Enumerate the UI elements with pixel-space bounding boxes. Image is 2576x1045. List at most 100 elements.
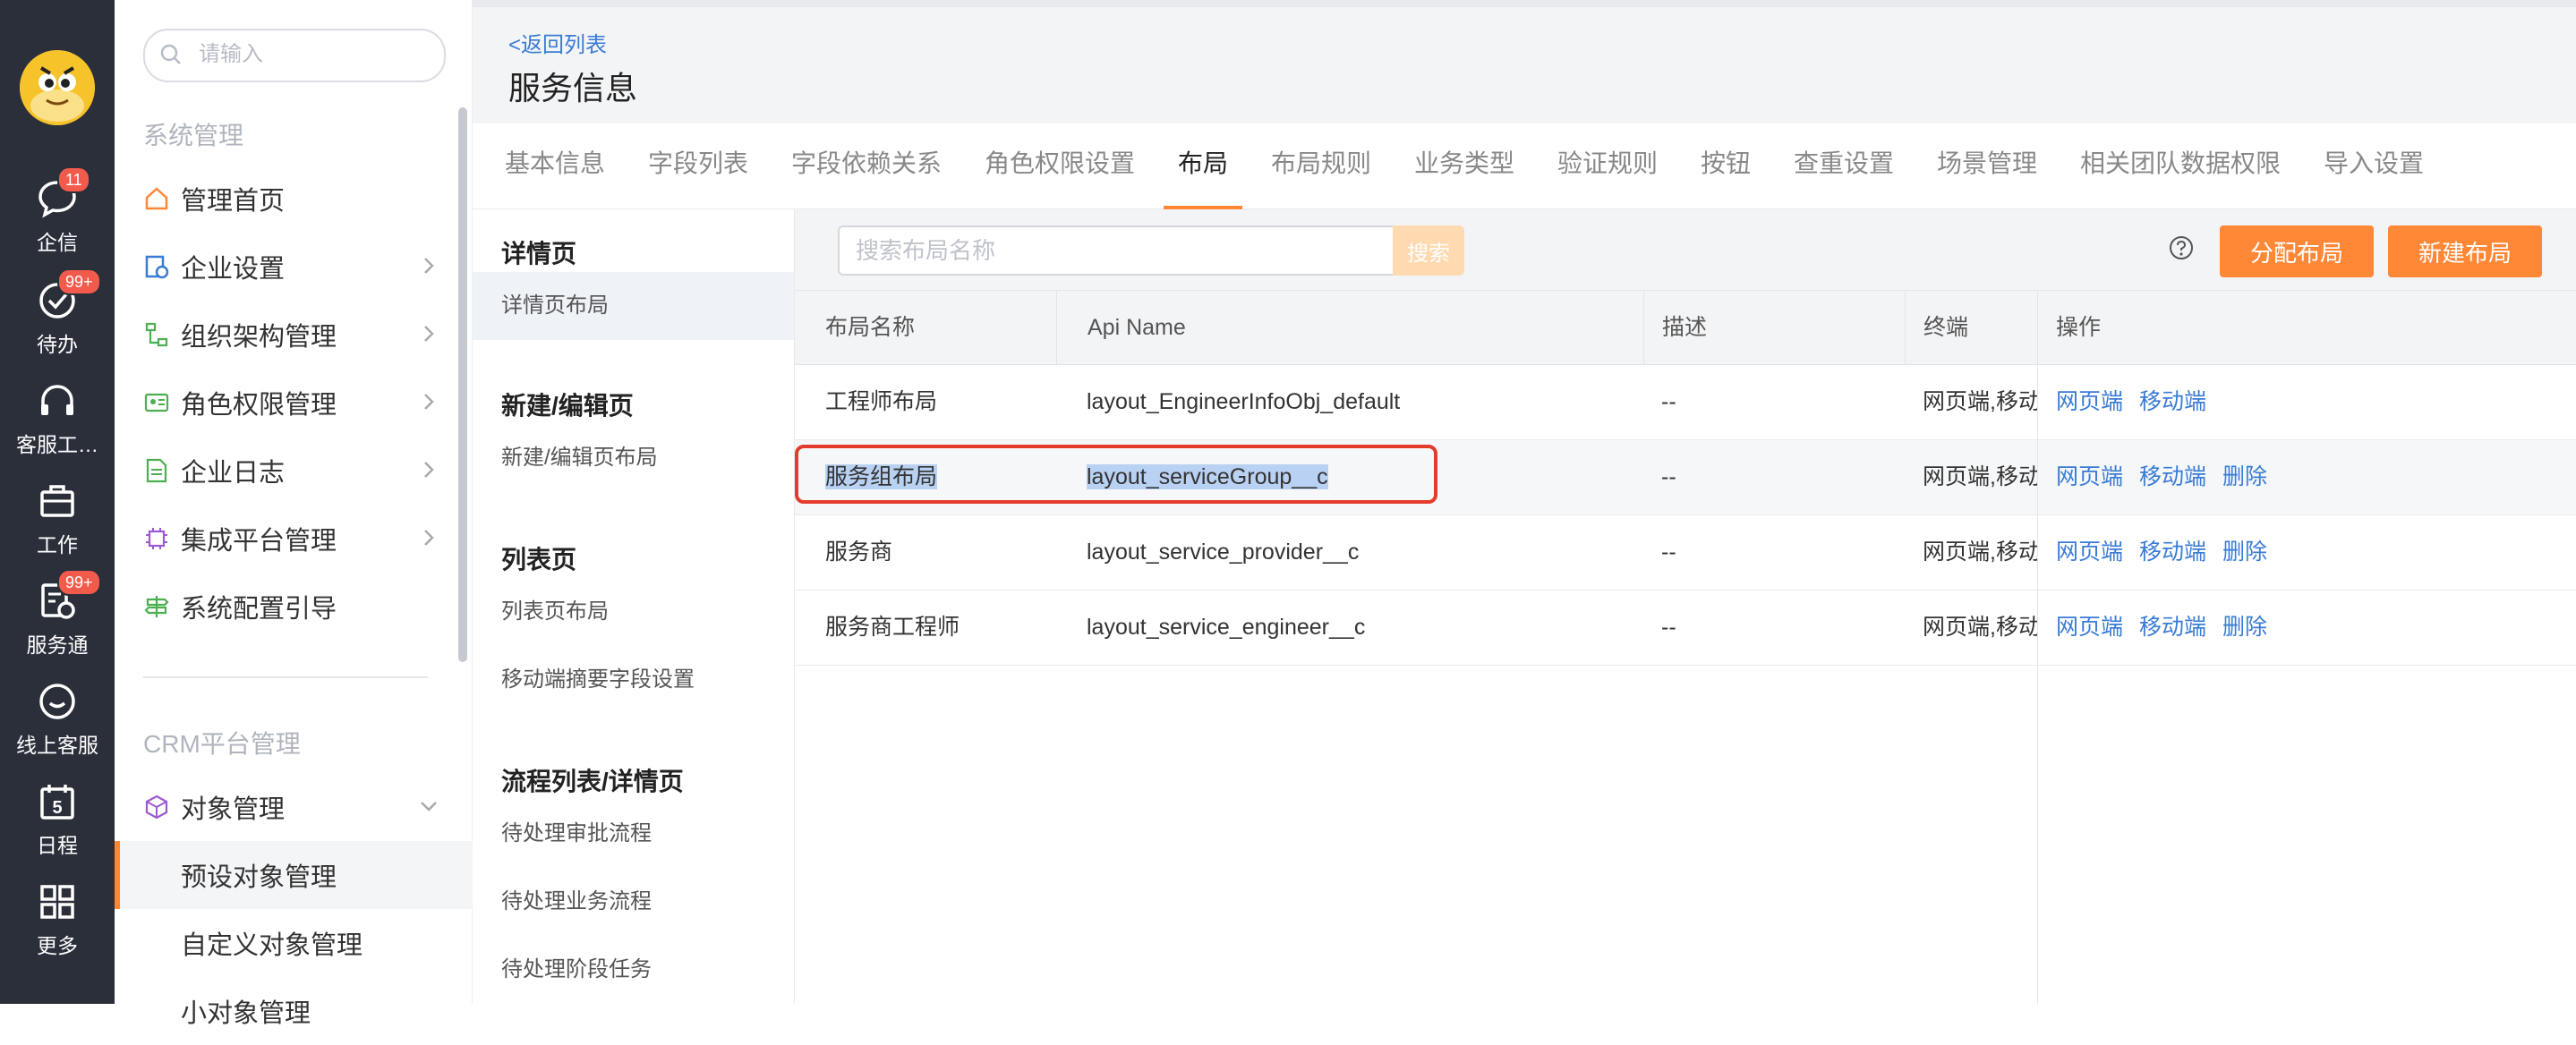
tab-basic-info[interactable]: 基本信息 (505, 123, 605, 209)
nav-head-flow: 流程列表/详情页 (501, 768, 684, 795)
rail-label: 客服工… (16, 433, 98, 456)
assign-layout-button[interactable]: 分配布局 (2220, 225, 2374, 277)
nav-item-pending-approval[interactable]: 待处理审批流程 (473, 800, 794, 868)
rail-label: 日程 (37, 834, 78, 857)
tab-business-type[interactable]: 业务类型 (1414, 123, 1514, 209)
group-label-crm: CRM平台管理 (143, 730, 301, 758)
enterprise-settings-icon (145, 255, 169, 279)
tab-layout[interactable]: 布局 (1163, 123, 1243, 209)
chevron-right-icon (424, 326, 434, 342)
cell-actions: 网页端 移动端 删除 (2037, 590, 2576, 665)
rail-label: 更多 (37, 934, 78, 957)
page-header: <返回列表 服务信息 (473, 7, 2576, 123)
sidebar-sub-preset-objects[interactable]: 预设对象管理 (115, 841, 523, 909)
layout-search-input[interactable] (838, 225, 1395, 276)
object-tabs: 基本信息 字段列表 字段依赖关系 角色权限设置 布局 布局规则 业务类型 验证规… (473, 123, 2576, 209)
nav-item-pending-business[interactable]: 待处理业务流程 (473, 868, 794, 936)
nav-item-mobile-summary[interactable]: 移动端摘要字段设置 (473, 646, 794, 714)
cell-terminal: 网页端,移动端 (1923, 389, 2037, 414)
tab-duplicate-check[interactable]: 查重设置 (1794, 123, 1894, 209)
tab-buttons[interactable]: 按钮 (1701, 123, 1751, 209)
sidebar-search[interactable] (143, 29, 446, 82)
nav-head-edit: 新建/编辑页 (501, 392, 634, 420)
tab-layout-rules[interactable]: 布局规则 (1271, 123, 1371, 209)
mobile-layout-link[interactable]: 移动端 (2139, 464, 2206, 489)
chevron-right-icon (424, 394, 434, 410)
sidebar-item-label: 企业设置 (181, 255, 286, 284)
mobile-layout-link[interactable]: 移动端 (2139, 615, 2206, 640)
top-border (473, 0, 2576, 7)
rail-item-todo[interactable]: 待办 99+ (0, 268, 115, 358)
nav-item-edit-layout[interactable]: 新建/编辑页布局 (473, 424, 794, 492)
calendar-day: 5 (52, 798, 62, 818)
delete-link[interactable]: 删除 (2222, 539, 2267, 565)
sidebar-sub-custom-objects[interactable]: 自定义对象管理 (115, 909, 523, 977)
home-icon (145, 187, 168, 210)
sidebar-item-enterprise-log[interactable]: 企业日志 (143, 444, 439, 497)
sidebar-sub-small-objects[interactable]: 小对象管理 (115, 977, 523, 1045)
sidebar-item-label: 角色权限管理 (181, 391, 337, 420)
web-layout-link[interactable]: 网页端 (2056, 464, 2123, 489)
new-layout-button[interactable]: 新建布局 (2388, 225, 2542, 277)
sidebar-item-object-management[interactable]: 对象管理 (143, 780, 439, 834)
nav-item-detail-layout[interactable]: 详情页布局 (473, 272, 794, 340)
tab-field-dependency[interactable]: 字段依赖关系 (791, 123, 942, 209)
tab-team-data-permission[interactable]: 相关团队数据权限 (2080, 123, 2281, 209)
search-button[interactable]: 搜索 (1393, 225, 1464, 276)
delete-link[interactable]: 删除 (2222, 464, 2267, 489)
sidebar-item-config-guide[interactable]: 系统配置引导 (143, 580, 439, 633)
web-layout-link[interactable]: 网页端 (2056, 389, 2123, 414)
cell-api-name: layout_service_engineer__c (1087, 615, 1366, 640)
rail-item-work[interactable]: 工作 (0, 480, 115, 558)
rail-item-calendar[interactable]: 5 日程 (0, 780, 115, 859)
sidebar-scrollbar[interactable] (458, 107, 467, 662)
mobile-layout-link[interactable]: 移动端 (2139, 389, 2206, 414)
nav-item-pending-stage[interactable]: 待处理阶段任务 (473, 936, 794, 1004)
cell-terminal: 网页端,移动端 (1923, 464, 2037, 489)
tab-field-list[interactable]: 字段列表 (648, 123, 748, 209)
page-title: 服务信息 (508, 70, 638, 106)
sidebar-divider (143, 676, 428, 678)
tab-role-permission[interactable]: 角色权限设置 (985, 123, 1135, 209)
service-badge: 99+ (57, 569, 101, 596)
sidebar-item-label: 对象管理 (181, 795, 286, 824)
cell-actions: 网页端 移动端 删除 (2037, 440, 2576, 514)
help-icon[interactable] (2168, 234, 2195, 261)
rail-item-customer-service[interactable]: 客服工… (0, 379, 115, 458)
sidebar-item-org-structure[interactable]: 组织架构管理 (143, 308, 439, 361)
rail-item-online-service[interactable]: 线上客服 (0, 680, 115, 759)
web-layout-link[interactable]: 网页端 (2056, 615, 2123, 640)
group-label-system: 系统管理 (143, 122, 244, 149)
headset-icon (41, 385, 73, 415)
tab-import-settings[interactable]: 导入设置 (2324, 123, 2424, 209)
unread-badge: 11 (57, 166, 90, 193)
avatar[interactable] (20, 50, 95, 125)
calendar-icon: 5 (40, 785, 74, 820)
rail-item-qixin[interactable]: 企信 11 (0, 166, 115, 256)
cell-terminal: 网页端,移动端 (1923, 539, 2037, 565)
rail-item-service-pass[interactable]: 服务通 99+ (0, 569, 115, 658)
nav-head-list: 列表页 (501, 546, 577, 573)
back-to-list-link[interactable]: <返回列表 (508, 27, 607, 58)
rail-label: 服务通 (26, 633, 89, 657)
table-row: 服务商工程师 layout_service_engineer__c -- 网页端… (795, 590, 2576, 666)
rail-item-more[interactable]: 更多 (0, 880, 115, 959)
sidebar-item-role-permission[interactable]: 角色权限管理 (143, 376, 439, 429)
tab-scene-management[interactable]: 场景管理 (1937, 123, 2037, 209)
sidebar-item-home[interactable]: 管理首页 (143, 172, 439, 225)
nav-item-list-layout[interactable]: 列表页布局 (473, 578, 794, 646)
col-terminal: 终端 (1905, 291, 2037, 364)
chevron-right-icon (424, 462, 434, 478)
web-layout-link[interactable]: 网页端 (2056, 539, 2123, 565)
delete-link[interactable]: 删除 (2222, 615, 2267, 640)
nav-head-detail: 详情页 (501, 240, 577, 268)
mobile-layout-link[interactable]: 移动端 (2139, 539, 2206, 565)
cell-description: -- (1661, 464, 1676, 489)
cell-description: -- (1661, 389, 1676, 414)
sidebar-item-integration-platform[interactable]: 集成平台管理 (143, 512, 439, 565)
cell-layout-name: 服务商 (825, 539, 893, 565)
sidebar-item-enterprise-settings[interactable]: 企业设置 (143, 240, 439, 293)
org-structure-icon (145, 322, 168, 347)
tab-validation-rules[interactable]: 验证规则 (1557, 123, 1658, 209)
sidebar-search-input[interactable] (197, 30, 433, 79)
